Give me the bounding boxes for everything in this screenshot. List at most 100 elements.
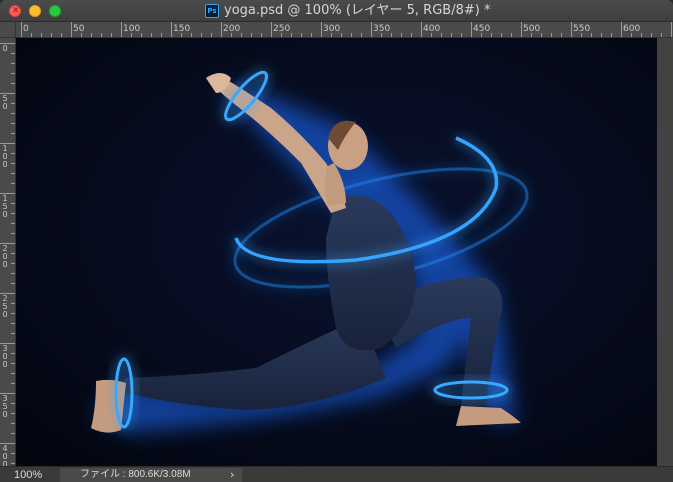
ruler-tick <box>301 33 302 37</box>
ruler-tick <box>621 22 622 37</box>
right-gutter <box>657 38 673 466</box>
ruler-tick <box>341 33 342 37</box>
ruler-tick <box>401 33 402 37</box>
ruler-label: 300 <box>2 344 8 369</box>
ruler-tick <box>11 283 15 284</box>
ruler-tick <box>11 313 15 314</box>
ruler-label: 200 <box>223 24 241 34</box>
ruler-tick <box>11 253 15 254</box>
ruler-label: 50 <box>2 94 8 111</box>
ruler-tick <box>141 33 142 37</box>
zoom-level[interactable]: 100% <box>14 468 42 482</box>
ruler-label: 250 <box>2 294 8 319</box>
ruler-tick <box>391 33 392 37</box>
ruler-corner[interactable] <box>0 22 16 38</box>
document-info[interactable]: ファイル : 800.6K/3.08M <box>60 468 242 482</box>
ruler-tick <box>11 463 15 464</box>
ruler-tick <box>291 33 292 37</box>
ruler-tick <box>11 383 15 384</box>
ruler-tick <box>321 22 322 37</box>
ruler-label: 100 <box>2 144 8 169</box>
chevron-right-icon[interactable]: › <box>230 467 234 482</box>
ruler-tick <box>451 33 452 37</box>
ruler-tick <box>11 83 15 84</box>
ruler-tick <box>11 263 15 264</box>
ruler-label: 100 <box>123 24 141 34</box>
maximize-button[interactable] <box>49 5 61 17</box>
ruler-tick <box>11 103 15 104</box>
ruler-tick <box>221 22 222 37</box>
document-window: ✕ Ps yoga.psd @ 100% (レイヤー 5, RGB/8#) * … <box>0 0 673 482</box>
ruler-tick <box>121 22 122 37</box>
ruler-tick <box>461 33 462 37</box>
ruler-tick <box>361 33 362 37</box>
ruler-tick <box>421 22 422 37</box>
ruler-tick <box>251 33 252 37</box>
ruler-tick <box>11 423 15 424</box>
ruler-label: 300 <box>323 24 341 34</box>
ruler-tick <box>561 33 562 37</box>
ruler-tick <box>471 22 472 37</box>
ruler-tick <box>611 33 612 37</box>
ruler-tick <box>11 233 15 234</box>
ruler-tick <box>11 333 15 334</box>
file-size-label: ファイル : 800.6K/3.08M <box>80 469 191 480</box>
ruler-label: 350 <box>2 394 8 419</box>
ruler-tick <box>571 22 572 37</box>
ruler-tick <box>171 22 172 37</box>
ruler-tick <box>671 22 672 37</box>
ruler-tick <box>11 273 15 274</box>
ruler-tick <box>111 33 112 37</box>
yoga-artwork <box>16 38 657 466</box>
minimize-button[interactable] <box>29 5 41 17</box>
ruler-tick <box>441 33 442 37</box>
ruler-tick <box>11 203 15 204</box>
close-button[interactable]: ✕ <box>9 5 21 17</box>
document-canvas[interactable] <box>16 38 657 466</box>
window-title: yoga.psd @ 100% (レイヤー 5, RGB/8#) * <box>224 3 491 18</box>
ruler-tick <box>11 163 15 164</box>
ruler-tick <box>11 73 15 74</box>
title-bar[interactable]: ✕ Ps yoga.psd @ 100% (レイヤー 5, RGB/8#) * <box>0 0 673 22</box>
ruler-tick <box>651 33 652 37</box>
ruler-tick <box>101 33 102 37</box>
ruler-tick <box>21 22 22 37</box>
ruler-tick <box>661 33 662 37</box>
ruler-label: 400 <box>423 24 441 34</box>
ruler-tick <box>11 353 15 354</box>
ruler-tick <box>11 153 15 154</box>
ruler-tick <box>591 33 592 37</box>
ruler-tick <box>311 33 312 37</box>
ruler-tick <box>241 33 242 37</box>
ruler-tick <box>11 363 15 364</box>
ruler-label: 250 <box>273 24 291 34</box>
ruler-tick <box>511 33 512 37</box>
ruler-tick <box>371 22 372 37</box>
ruler-tick <box>91 33 92 37</box>
ruler-tick <box>51 33 52 37</box>
horizontal-ruler[interactable]: 0 50 100 150 200 250 300 350 400 450 500 550 600 <box>16 22 673 38</box>
ruler-tick <box>11 63 15 64</box>
ruler-tick <box>151 33 152 37</box>
ruler-label: 0 <box>23 24 29 34</box>
vertical-ruler[interactable]: 0 50 100 150 200 250 300 350 400 <box>0 38 16 466</box>
ruler-tick <box>11 413 15 414</box>
ruler-tick <box>31 33 32 37</box>
ruler-label: 500 <box>523 24 541 34</box>
ruler-tick <box>11 213 15 214</box>
ruler-tick <box>11 113 15 114</box>
ruler-tick <box>11 453 15 454</box>
ruler-tick <box>501 33 502 37</box>
ruler-label: 350 <box>373 24 391 34</box>
ruler-tick <box>521 22 522 37</box>
ruler-tick <box>11 433 15 434</box>
ruler-tick <box>601 33 602 37</box>
ruler-tick <box>411 33 412 37</box>
status-bar: 100% ファイル : 800.6K/3.08M › <box>0 466 673 482</box>
ruler-tick <box>41 33 42 37</box>
ruler-label: 200 <box>2 244 8 269</box>
ruler-tick <box>191 33 192 37</box>
ruler-tick <box>261 33 262 37</box>
ruler-tick <box>11 123 15 124</box>
ruler-label: 0 <box>2 44 8 53</box>
